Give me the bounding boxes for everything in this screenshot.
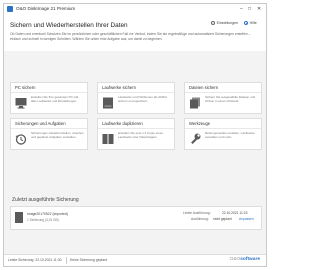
footer-divider [66, 257, 67, 264]
page-description: Ob Daten und eventuell Schutzen Sie im p… [10, 32, 251, 41]
last-backup-panel[interactable]: Image20170522 (imported) 1 Sicherung (3,… [10, 206, 262, 230]
card-title: Werkzeuge [189, 121, 211, 126]
maximize-icon[interactable]: □ [248, 5, 251, 13]
card-file-backup[interactable]: Dateien sichern Sichern Sie ausgewählte … [184, 82, 262, 114]
card-title: PC sichern [15, 85, 36, 90]
next-run-label: Ausführung: [191, 217, 209, 221]
monitor-icon [15, 96, 27, 114]
next-run-value: nicht geplant [213, 217, 232, 221]
card-divider [11, 128, 87, 129]
last-backup-label: Zuletzt ausgeführte Sicherung [12, 197, 79, 203]
footer-schedule: Keine Sicherung geplant [70, 258, 107, 262]
help-option[interactable]: Hilfe [244, 21, 257, 25]
settings-option[interactable]: Einstellungen [211, 21, 238, 25]
card-title: Laufwerke sichern [102, 85, 136, 90]
card-drive-backup[interactable]: Laufwerke sichern Laufwerke und Partitio… [97, 82, 175, 114]
card-description: Sicherungen wiederherstellen, ansehen un… [31, 131, 84, 139]
settings-option-label: Einstellungen [216, 21, 239, 25]
backup-detail: 1 Sicherung (3,24 GB) [27, 218, 59, 222]
brand-prefix: O&O [229, 257, 241, 262]
adjust-schedule-link[interactable]: Anpassen [239, 217, 254, 221]
brand-logo: O&Osoftware [230, 257, 260, 262]
card-pc-backup[interactable]: PC sichern Erstellen Sie Ihre gesamten P… [10, 82, 88, 114]
card-description: Sichern Sie ausgewählte Dateien und Ordn… [205, 95, 256, 103]
minimize-icon[interactable]: – [240, 5, 243, 13]
brand-name: software [240, 257, 260, 262]
backup-name: Image20170522 (imported) [27, 212, 68, 216]
card-drive-duplicate[interactable]: Laufwerke duplizieren Erstellen Sie eine… [97, 118, 175, 150]
footer-last-backup: Letzte Sicherung: 22.10.2021 11:30 [8, 258, 62, 262]
page-title: Sichern und Wiederherstellen Ihrer Daten [10, 22, 128, 29]
card-divider [98, 92, 174, 93]
duplicate-icon [102, 132, 114, 150]
close-icon[interactable]: ✕ [257, 5, 261, 13]
card-description: Erstellen Sie eine 1:1 Kopie eines Laufw… [118, 131, 163, 139]
card-title: Laufwerke duplizieren [102, 121, 143, 126]
card-title: Dateien sichern [189, 85, 219, 90]
card-description: Erstellen Sie Ihre gesamten PC inkl. all… [31, 95, 80, 103]
header: Sichern und Wiederherstellen Ihrer Daten… [4, 15, 266, 51]
last-run-label: Letzte Ausführung: [183, 211, 211, 215]
card-tools[interactable]: Werkzeuge Rettungsmedien erstellen, Lauf… [184, 118, 262, 150]
wrench-icon [189, 132, 201, 150]
card-divider [98, 128, 174, 129]
help-option-label: Hilfe [249, 21, 257, 25]
card-divider [185, 128, 261, 129]
card-backups-tasks[interactable]: Sicherungen und Aufgaben Sicherungen wie… [10, 118, 88, 150]
backup-image-icon [15, 212, 23, 223]
app-window: O&O DiskImage 21 Premium – □ ✕ Sichern u… [3, 3, 267, 267]
status-bar: Letzte Sicherung: 22.10.2021 11:30 Keine… [4, 254, 266, 266]
restore-icon [15, 132, 27, 150]
settings-radio[interactable] [211, 21, 215, 25]
card-divider [185, 92, 261, 93]
files-icon [189, 96, 201, 114]
card-description: Rettungsmedien erstellen, Laufwerke verw… [205, 131, 255, 139]
app-logo-icon [7, 6, 13, 12]
help-radio[interactable] [244, 21, 248, 25]
card-title: Sicherungen und Aufgaben [15, 121, 66, 126]
drive-icon [102, 96, 114, 114]
last-run-value: 22.10.2021 11:23 [222, 211, 248, 215]
card-divider [11, 92, 87, 93]
card-description: Laufwerke und Partitionen als Abbild sic… [118, 95, 167, 103]
window-title: O&O DiskImage 21 Premium [16, 6, 76, 11]
